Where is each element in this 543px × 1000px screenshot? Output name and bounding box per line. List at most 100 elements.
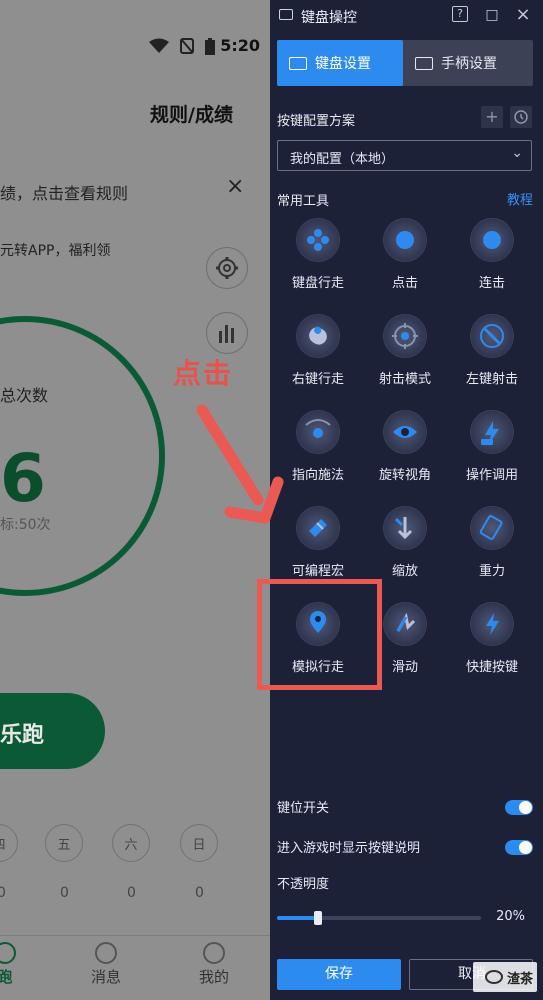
day-count: 0 <box>0 885 6 901</box>
close-panel-button[interactable]: × <box>514 6 532 24</box>
gravity-icon <box>471 507 513 549</box>
count-target: 标:50次 <box>0 517 51 533</box>
watermark-text: 渣茶 <box>506 971 533 987</box>
weekday-circle: 五 <box>45 824 83 862</box>
lightning-icon <box>471 603 513 645</box>
chevron-down-icon: ⌄ <box>511 145 523 161</box>
bottom-nav: 跑 消息 我的 <box>0 935 270 1000</box>
history-button[interactable] <box>510 106 532 128</box>
crosshair-icon <box>384 315 426 357</box>
tutorial-link[interactable]: 教程 <box>507 189 533 208</box>
close-icon[interactable]: × <box>226 174 244 199</box>
page-title[interactable]: 规则/成绩 <box>150 100 233 127</box>
stats-button[interactable] <box>206 312 248 354</box>
tool-label: 缩放 <box>391 564 418 579</box>
bar-chart-icon <box>219 325 234 343</box>
wechat-logo-icon <box>484 970 503 984</box>
scheme-select-value: 我的配置（本地） <box>290 152 395 167</box>
day-count: 0 <box>127 885 136 901</box>
tool-label: 键盘行走 <box>291 276 344 291</box>
dpad-icon <box>297 219 339 261</box>
gamepad-icon <box>415 56 433 70</box>
wifi-icon <box>149 38 169 53</box>
battery-icon <box>205 38 215 55</box>
plus-icon: + <box>485 107 499 126</box>
weekday-circle: 日 <box>180 824 218 862</box>
mouse-icon <box>297 315 339 357</box>
weekday-circle: 四 <box>0 824 18 862</box>
annotation-click-text: 点击 <box>173 357 234 390</box>
opacity-slider-thumb[interactable] <box>313 911 322 925</box>
left-shoot-icon <box>471 315 513 357</box>
scheme-label: 按键配置方案 <box>277 114 356 129</box>
tool-label: 快捷按键 <box>465 660 518 675</box>
nav-item-label: 我的 <box>198 968 229 986</box>
swipe-icon <box>384 603 426 645</box>
toggle-label: 键位开关 <box>277 801 330 816</box>
tool-aim-cast[interactable]: 指向施法 <box>274 411 362 507</box>
help-button[interactable]: ? <box>452 6 468 22</box>
tool-multi-tap[interactable]: 连击 <box>448 219 536 315</box>
tool-label: 可编程宏 <box>291 564 344 579</box>
annotation-arrow-icon <box>196 404 284 524</box>
tool-lightning[interactable]: 快捷按键 <box>448 603 536 699</box>
nav-item-label: 跑 <box>0 968 13 986</box>
tool-label: 旋转视角 <box>378 468 431 483</box>
tool-record[interactable]: 操作调用 <box>448 411 536 507</box>
tab-label: 键盘设置 <box>315 56 371 72</box>
macro-icon <box>297 507 339 549</box>
tool-dpad[interactable]: 键盘行走 <box>274 219 362 315</box>
key-toggle-row: 键位开关 <box>277 797 535 819</box>
count-label: 总次数 <box>0 386 49 405</box>
show-key-hints-row: 进入游戏时显示按键说明 <box>277 837 535 859</box>
settings-tabs: 键盘设置 手柄设置 <box>277 40 533 86</box>
tap-icon <box>384 219 426 261</box>
opacity-slider[interactable] <box>277 911 481 925</box>
tool-label: 左键射击 <box>465 372 518 387</box>
day-count: 0 <box>60 885 69 901</box>
nav-item-label: 消息 <box>90 968 121 986</box>
show-key-hints-switch[interactable] <box>505 840 533 855</box>
rules-tip[interactable]: 绩，点击查看规则 <box>0 180 128 204</box>
run-icon <box>0 942 16 964</box>
nav-item-messages[interactable]: 消息 <box>71 936 141 987</box>
scheme-select[interactable]: 我的配置（本地） ⌄ <box>277 140 532 171</box>
watermark: 渣茶 <box>473 962 537 992</box>
record-icon <box>471 411 513 453</box>
no-sim-icon <box>180 38 194 54</box>
nav-item-me[interactable]: 我的 <box>179 936 249 987</box>
tool-mouse[interactable]: 右键行走 <box>274 315 362 411</box>
tab-gamepad-settings[interactable]: 手柄设置 <box>403 40 533 86</box>
tool-eye[interactable]: 旋转视角 <box>361 411 449 507</box>
run-button-label: 乐跑 <box>0 723 45 748</box>
tool-crosshair[interactable]: 射击模式 <box>361 315 449 411</box>
multi-tap-icon <box>471 219 513 261</box>
toggle-label: 进入游戏时显示按键说明 <box>277 841 421 856</box>
opacity-slider-fill <box>277 916 318 920</box>
eye-icon <box>384 411 426 453</box>
profile-icon <box>203 942 225 964</box>
opacity-label: 不透明度 <box>277 877 330 892</box>
panel-titlebar: 键盘操控 ? □ × <box>270 0 543 32</box>
tab-keyboard-settings[interactable]: 键盘设置 <box>277 40 403 86</box>
minimize-window-button[interactable]: □ <box>483 6 501 24</box>
tool-label: 指向施法 <box>291 468 344 483</box>
weekday-circle: 六 <box>112 824 150 862</box>
keyboard-icon <box>279 9 293 20</box>
history-icon <box>514 110 528 124</box>
tool-label: 射击模式 <box>378 372 431 387</box>
add-scheme-button[interactable]: + <box>481 106 503 128</box>
promo-text[interactable]: 元转APP，福利领 <box>0 240 110 260</box>
tool-label: 右键行走 <box>291 372 344 387</box>
tool-label: 重力 <box>478 564 505 579</box>
tool-left-shoot[interactable]: 左键射击 <box>448 315 536 411</box>
settings-button[interactable] <box>206 247 248 289</box>
key-toggle-switch[interactable] <box>505 800 533 815</box>
nav-item-run[interactable]: 跑 <box>0 936 40 987</box>
tab-label: 手柄设置 <box>441 56 497 72</box>
tool-tap[interactable]: 点击 <box>361 219 449 315</box>
tool-gravity[interactable]: 重力 <box>448 507 536 603</box>
day-count: 0 <box>195 885 204 901</box>
save-button[interactable]: 保存 <box>277 959 401 990</box>
count-value: 6 <box>0 440 46 517</box>
